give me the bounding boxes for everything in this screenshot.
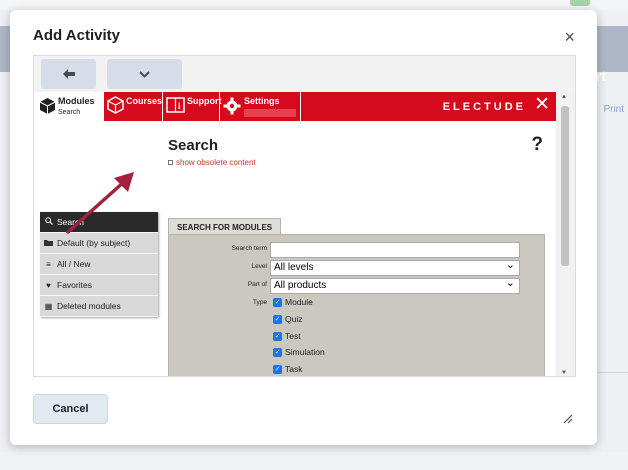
type-label: Type [252, 299, 267, 306]
search-form-panel: Search term Level All levels Part of All… [168, 234, 546, 376]
level-select-value: All levels [274, 262, 314, 273]
chevron-down-icon [139, 70, 150, 78]
menu-item-label: Deleted modules [57, 301, 121, 311]
cancel-button[interactable]: Cancel [33, 394, 108, 424]
cube-icon [39, 98, 56, 114]
dialog-close-button[interactable]: × [564, 27, 575, 48]
level-row: Level All levels [169, 258, 546, 276]
electude-close-icon[interactable]: ✕ [534, 95, 550, 115]
level-select[interactable]: All levels [270, 258, 520, 276]
nav-tab-modules[interactable]: Modules Search [34, 92, 104, 121]
type-option-label: Test [285, 331, 301, 341]
nav-support-label: Support [187, 96, 222, 106]
search-term-label: Search term [231, 245, 267, 252]
checked-icon: ✓ [273, 364, 282, 374]
type-checkbox-simulation[interactable]: ✓ Simulation [273, 347, 325, 357]
part-of-row: Part of All products [169, 276, 546, 294]
scroll-down-icon[interactable]: ▼ [561, 370, 567, 376]
type-checkbox-module[interactable]: ✓ Module [273, 297, 313, 307]
frame-toolbar [34, 56, 575, 92]
electude-nav-bar: Modules Search Courses i Support Setting… [34, 92, 558, 121]
type-option-label: Simulation [285, 347, 325, 357]
book-info-icon: i [166, 97, 185, 113]
gear-icon [223, 97, 241, 115]
nav-courses-label: Courses [126, 96, 163, 106]
checked-icon: ✓ [273, 331, 282, 341]
menu-item-deleted[interactable]: ▦ Deleted modules [40, 296, 158, 317]
nav-tab-settings[interactable]: Settings [220, 92, 300, 121]
nav-modules-label: Modules [58, 96, 95, 106]
arrow-left-icon [62, 69, 75, 79]
menu-item-label: Favorites [57, 280, 92, 290]
part-of-select[interactable]: All products [270, 276, 520, 294]
type-checkbox-task[interactable]: ✓ Task [273, 364, 302, 374]
type-checkbox-quiz[interactable]: ✓ Quiz [273, 314, 302, 324]
nav-modules-sub: Search [58, 109, 81, 116]
search-for-modules-tab[interactable]: SEARCH FOR MODULES [168, 218, 282, 235]
type-option-label: Quiz [285, 314, 303, 324]
nav-settings-label: Settings [244, 96, 280, 106]
menu-item-label: All / New [57, 259, 91, 269]
level-label: Level [251, 263, 267, 270]
embedded-frame: Modules Search Courses i Support Setting… [33, 55, 576, 377]
type-row: Type [169, 296, 546, 312]
nav-separator [300, 92, 301, 121]
background-header-text: rt [595, 68, 606, 84]
nav-tab-support[interactable]: i Support [163, 92, 222, 121]
checked-icon: ✓ [273, 347, 282, 357]
background-footer [0, 452, 628, 470]
part-of-select-value: All products [274, 280, 327, 291]
background-top-bar [0, 0, 628, 10]
menu-item-all-new[interactable]: ≡ All / New [40, 254, 158, 275]
nav-tab-courses[interactable]: Courses [104, 92, 162, 121]
checked-icon: ✓ [273, 297, 282, 307]
settings-redacted-bar [244, 109, 296, 117]
back-button[interactable] [41, 59, 96, 89]
heart-icon: ♥ [46, 280, 51, 290]
background-divider [598, 372, 628, 373]
checkbox-icon [168, 160, 173, 165]
part-of-label: Part of [247, 281, 267, 288]
menu-item-favorites[interactable]: ♥ Favorites [40, 275, 158, 296]
dialog-title: Add Activity [33, 27, 120, 44]
list-icon: ≡ [46, 259, 51, 269]
search-icon [44, 217, 53, 227]
menu-item-label: Default (by subject) [57, 238, 131, 248]
folder-icon [44, 239, 53, 248]
svg-text:i: i [178, 101, 181, 111]
type-checkbox-test[interactable]: ✓ Test [273, 331, 301, 341]
electude-logo: ELECTUDE [442, 101, 526, 113]
page-title: Search [168, 137, 219, 154]
scroll-thumb[interactable] [561, 106, 569, 266]
help-icon[interactable]: ? [531, 134, 543, 156]
show-obsolete-label: show obsolete content [176, 158, 256, 167]
add-activity-dialog: Add Activity × Modules Search Courses i … [10, 10, 597, 445]
show-obsolete-link[interactable]: show obsolete content [168, 158, 256, 167]
frame-scrollbar[interactable]: ▲ ▼ [556, 92, 575, 376]
resize-handle-icon[interactable] [563, 414, 573, 427]
annotation-arrow-icon [66, 172, 134, 234]
search-term-input[interactable] [270, 242, 520, 258]
type-option-label: Task [285, 364, 303, 374]
search-term-row: Search term [169, 242, 546, 258]
scroll-up-icon[interactable]: ▲ [561, 94, 567, 100]
type-option-label: Module [285, 297, 313, 307]
background-badge [570, 0, 590, 6]
expand-button[interactable] [107, 59, 182, 89]
background-print-link[interactable]: Print [603, 104, 624, 115]
courses-icon [107, 96, 124, 114]
checked-icon: ✓ [273, 314, 282, 324]
trash-icon: ▦ [44, 301, 53, 311]
menu-item-default[interactable]: Default (by subject) [40, 233, 158, 254]
